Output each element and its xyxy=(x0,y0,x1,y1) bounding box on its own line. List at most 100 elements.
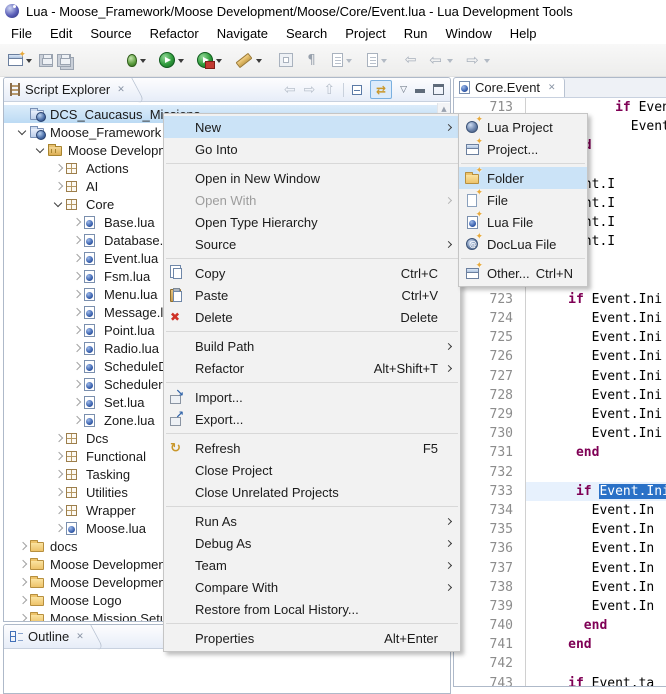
chevron-right-icon[interactable] xyxy=(52,449,66,463)
menu-item-open-in-new-window[interactable]: Open in New Window xyxy=(164,167,460,189)
dropdown-caret-icon[interactable] xyxy=(346,59,352,63)
chevron-right-icon[interactable] xyxy=(70,215,84,229)
dropdown-caret-icon[interactable] xyxy=(26,59,32,63)
chevron-right-icon[interactable] xyxy=(16,557,30,571)
menubar-item-help[interactable]: Help xyxy=(501,24,546,43)
chevron-right-icon[interactable] xyxy=(52,521,66,535)
menu-item-import[interactable]: Import... xyxy=(164,386,460,408)
menu-item-file[interactable]: File xyxy=(459,189,587,211)
chevron-down-icon[interactable] xyxy=(34,143,48,157)
scroll-up-icon[interactable]: ▲ xyxy=(438,105,450,113)
menu-item-go-into[interactable]: Go Into xyxy=(164,138,460,160)
chevron-right-icon[interactable] xyxy=(16,575,30,589)
menubar-item-search[interactable]: Search xyxy=(277,24,336,43)
menu-item-refactor[interactable]: RefactorAlt+Shift+T xyxy=(164,357,460,379)
menubar-item-navigate[interactable]: Navigate xyxy=(208,24,277,43)
chevron-down-icon[interactable] xyxy=(52,197,66,211)
menu-item-compare-with[interactable]: Compare With xyxy=(164,576,460,598)
chevron-right-icon[interactable] xyxy=(70,341,84,355)
chevron-right-icon[interactable] xyxy=(52,161,66,175)
dropdown-caret-icon[interactable] xyxy=(381,59,387,63)
tab-script-explorer[interactable]: Script Explorer ✕ xyxy=(4,78,131,102)
collapse-all-icon[interactable] xyxy=(352,85,362,95)
menubar-item-project[interactable]: Project xyxy=(336,24,394,43)
menu-item-restore-from-local-history[interactable]: Restore from Local History... xyxy=(164,598,460,620)
chevron-right-icon[interactable] xyxy=(16,593,30,607)
menu-item-folder[interactable]: Folder xyxy=(459,167,587,189)
menu-item-lua-file[interactable]: Lua File xyxy=(459,211,587,233)
chevron-right-icon[interactable] xyxy=(16,539,30,553)
chevron-down-icon[interactable] xyxy=(16,125,30,139)
next-annotation-button xyxy=(330,48,357,72)
menu-item-doclua-file[interactable]: DocLua File xyxy=(459,233,587,255)
menu-item-open-with[interactable]: Open With xyxy=(164,189,460,211)
back-icon[interactable]: ⇦ xyxy=(284,83,296,97)
view-menu-icon[interactable]: ▽ xyxy=(400,85,407,95)
menu-item-new[interactable]: New xyxy=(164,116,460,138)
menu-item-delete[interactable]: DeleteDelete xyxy=(164,306,460,328)
up-icon[interactable]: ⇧ xyxy=(323,83,335,97)
menu-item-source[interactable]: Source xyxy=(164,233,460,255)
menu-item-other[interactable]: Other...Ctrl+N xyxy=(459,262,587,284)
chevron-right-icon[interactable] xyxy=(70,233,84,247)
maximize-icon[interactable] xyxy=(433,84,444,95)
menubar-item-refactor[interactable]: Refactor xyxy=(141,24,208,43)
chevron-right-icon[interactable] xyxy=(52,467,66,481)
menu-item-paste[interactable]: PasteCtrl+V xyxy=(164,284,460,306)
menu-item-build-path[interactable]: Build Path xyxy=(164,335,460,357)
forward-icon[interactable]: ⇨ xyxy=(304,83,316,97)
run-button[interactable] xyxy=(157,48,189,72)
chevron-right-icon[interactable] xyxy=(70,413,84,427)
menu-item-export[interactable]: Export... xyxy=(164,408,460,430)
dropdown-caret-icon[interactable] xyxy=(256,59,262,63)
menu-item-team[interactable]: Team xyxy=(164,554,460,576)
menu-item-close-unrelated-projects[interactable]: Close Unrelated Projects xyxy=(164,481,460,503)
chevron-right-icon[interactable] xyxy=(70,305,84,319)
menubar-item-window[interactable]: Window xyxy=(437,24,501,43)
chevron-right-icon[interactable] xyxy=(70,359,84,373)
chevron-right-icon[interactable] xyxy=(52,179,66,193)
chevron-right-icon[interactable] xyxy=(52,503,66,517)
menu-item-properties[interactable]: PropertiesAlt+Enter xyxy=(164,627,460,649)
menu-item-open-type-hierarchy[interactable]: Open Type Hierarchy xyxy=(164,211,460,233)
close-icon[interactable]: ✕ xyxy=(76,632,84,642)
lua-file-icon xyxy=(84,268,103,284)
chevron-right-icon[interactable] xyxy=(70,269,84,283)
menu-item-close-project[interactable]: Close Project xyxy=(164,459,460,481)
chevron-right-icon[interactable] xyxy=(70,251,84,265)
dropdown-caret-icon[interactable] xyxy=(447,59,453,63)
lua-format-button[interactable] xyxy=(233,48,267,72)
dropdown-caret-icon[interactable] xyxy=(178,59,184,63)
menu-item-lua-project[interactable]: Lua Project xyxy=(459,116,587,138)
menu-separator xyxy=(166,163,458,164)
debug-button[interactable] xyxy=(125,48,151,72)
chevron-right-icon[interactable] xyxy=(70,323,84,337)
chevron-right-icon[interactable] xyxy=(16,611,30,621)
tab-outline[interactable]: Outline ✕ xyxy=(4,625,90,649)
dropdown-caret-icon[interactable] xyxy=(216,59,222,63)
run-external-button[interactable] xyxy=(195,48,227,72)
minimize-icon[interactable] xyxy=(415,89,425,93)
menu-item-refresh[interactable]: RefreshF5 xyxy=(164,437,460,459)
menu-item-copy[interactable]: CopyCtrl+C xyxy=(164,262,460,284)
menu-item-debug-as[interactable]: Debug As xyxy=(164,532,460,554)
chevron-right-icon[interactable] xyxy=(70,377,84,391)
chevron-right-icon[interactable] xyxy=(52,431,66,445)
close-icon[interactable]: ✕ xyxy=(548,83,556,93)
menu-item-run-as[interactable]: Run As xyxy=(164,510,460,532)
link-with-editor-icon[interactable]: ⇄ xyxy=(370,80,392,99)
tree-item-label: Moose Development xyxy=(50,557,169,572)
menubar-item-run[interactable]: Run xyxy=(395,24,437,43)
tab-core-event[interactable]: Core.Event ✕ xyxy=(454,78,565,97)
menubar-item-edit[interactable]: Edit xyxy=(41,24,81,43)
chevron-right-icon[interactable] xyxy=(70,395,84,409)
dropdown-caret-icon[interactable] xyxy=(140,59,146,63)
menubar-item-source[interactable]: Source xyxy=(81,24,140,43)
close-icon[interactable]: ✕ xyxy=(117,85,125,95)
chevron-right-icon[interactable] xyxy=(70,287,84,301)
dropdown-caret-icon[interactable] xyxy=(484,59,490,63)
new-wizard-button[interactable] xyxy=(6,48,37,72)
chevron-right-icon[interactable] xyxy=(52,485,66,499)
menu-item-project[interactable]: Project... xyxy=(459,138,587,160)
menubar-item-file[interactable]: File xyxy=(2,24,41,43)
